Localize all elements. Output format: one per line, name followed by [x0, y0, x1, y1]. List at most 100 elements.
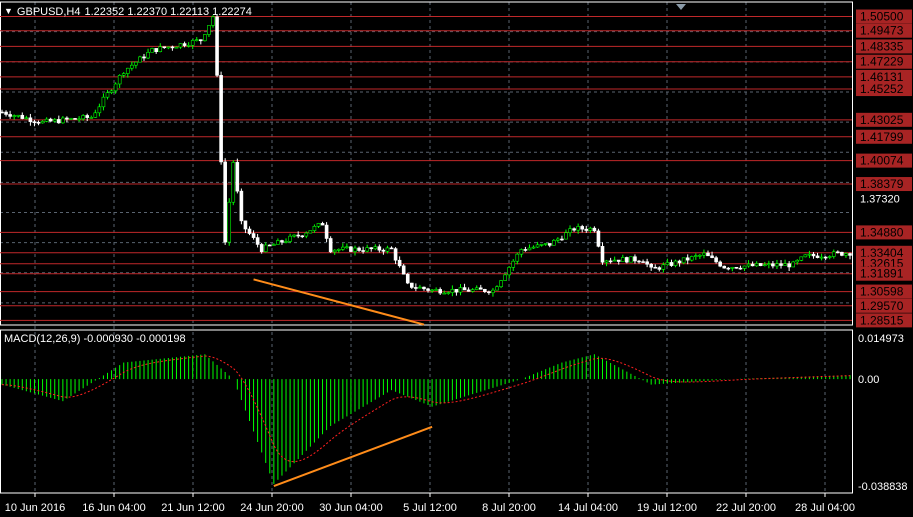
candle-body	[815, 255, 820, 258]
candle-body	[93, 112, 98, 118]
candle-body	[462, 287, 467, 291]
candle-body	[556, 238, 560, 241]
candle-body	[255, 237, 260, 245]
candle-body	[272, 244, 276, 246]
candle-body	[0, 111, 4, 114]
candle-body	[304, 232, 309, 237]
candle-body	[373, 246, 378, 250]
candle-body	[430, 289, 434, 292]
candle-body	[24, 117, 29, 120]
candle-body	[746, 263, 751, 267]
candle-body	[170, 46, 175, 49]
candle-body	[211, 16, 215, 26]
time-axis-label: 22 Jul 20:00	[716, 502, 776, 514]
candle-body	[527, 247, 532, 251]
candle-body	[616, 259, 621, 262]
candle-body	[194, 39, 199, 41]
candle-body	[328, 238, 333, 253]
candle-body	[418, 286, 422, 289]
candle-body	[381, 249, 386, 252]
candle-body	[507, 267, 511, 276]
candle-body	[564, 232, 568, 240]
candle-body	[324, 224, 329, 239]
candle-body	[491, 289, 495, 294]
candle-body	[166, 46, 171, 49]
candle-body	[470, 289, 475, 292]
candle-body	[775, 263, 779, 267]
candle-body	[263, 244, 268, 253]
candle-body	[511, 260, 516, 268]
trendline-macd	[273, 425, 433, 488]
candle-body	[681, 257, 686, 264]
candle-body	[807, 253, 812, 256]
candle-body	[519, 249, 524, 255]
candle-body	[12, 115, 16, 117]
candle-body	[369, 247, 374, 250]
time-axis-label: 28 Jul 04:00	[795, 502, 855, 514]
time-axis-label: 16 Jun 04:00	[82, 502, 146, 514]
candle-body	[73, 118, 77, 120]
candle-body	[316, 223, 321, 227]
candle-body	[604, 260, 609, 263]
level-price-label: 1.38379	[860, 177, 904, 191]
candle-body	[714, 257, 718, 263]
candle-body	[134, 61, 138, 66]
candle-body	[572, 228, 576, 231]
level-price-label: 1.30598	[860, 285, 904, 299]
candle-body	[689, 256, 694, 261]
candle-body	[442, 292, 447, 295]
candle-body	[767, 263, 771, 266]
candle-body	[783, 263, 787, 266]
candle-body	[336, 249, 341, 251]
time-axis-label: 14 Jul 04:00	[558, 502, 618, 514]
candle-body	[503, 274, 507, 281]
candle-body	[308, 230, 313, 234]
candle-body	[40, 120, 45, 124]
ohlc-values: 1.22352 1.22370 1.22113 1.22274	[84, 6, 252, 18]
candle-body	[267, 244, 272, 247]
macd-pane-border	[0, 329, 853, 494]
candle-body	[771, 263, 775, 267]
candle-body	[36, 121, 41, 124]
candle-body	[292, 234, 296, 237]
candle-body	[259, 244, 264, 253]
collapse-triangle-icon[interactable]: ▼	[4, 6, 13, 18]
candle-body	[235, 162, 240, 192]
chart-window[interactable]: 1.50500 1.49473 1.48335 1.47229 1.46131 1.452…	[0, 0, 913, 517]
candle-body	[560, 238, 564, 241]
candle-body	[239, 190, 244, 222]
candle-body	[89, 117, 94, 119]
candle-body	[146, 51, 150, 59]
candle-body	[840, 251, 844, 256]
chart-canvas[interactable]: 1.505001.494731.483351.472291.461311.452…	[0, 0, 913, 517]
candle-body	[101, 96, 106, 108]
candle-body	[547, 243, 552, 246]
candle-body	[130, 64, 134, 69]
candle-body	[685, 257, 690, 261]
candle-body	[625, 257, 629, 263]
candle-body	[377, 246, 382, 251]
candle-body	[596, 230, 601, 247]
candle-body	[487, 291, 491, 294]
candle-body	[361, 250, 365, 252]
candle-body	[276, 240, 280, 245]
candle-body	[754, 263, 759, 267]
candle-body	[848, 253, 852, 256]
level-price-label: 1.29570	[860, 299, 904, 313]
level-price-label: 1.40074	[860, 154, 904, 168]
time-axis-label: 24 Jun 20:00	[240, 502, 304, 514]
candle-body	[580, 226, 585, 230]
candle-body	[203, 34, 207, 42]
candle-body	[710, 255, 714, 259]
level-price-label: 1.47229	[860, 55, 904, 69]
macd-axis-label: 0.00	[858, 374, 879, 386]
level-price-label: 1.31891	[860, 267, 904, 281]
time-axis-label: 5 Jul 12:00	[403, 502, 457, 514]
macd-header: MACD(12,26,9) -0.000930 -0.000198	[4, 333, 186, 345]
candle-body	[608, 260, 613, 263]
trendline-price	[253, 278, 425, 326]
candle-body	[65, 117, 69, 120]
candle-body	[284, 241, 288, 243]
candle-body	[694, 255, 698, 257]
candle-body	[77, 118, 81, 121]
